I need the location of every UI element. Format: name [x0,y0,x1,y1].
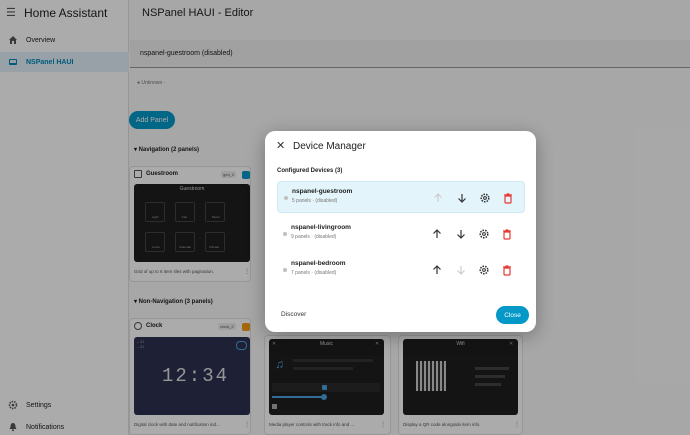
device-meta: 7 panels · (disabled) [291,270,337,276]
dialog-title: Device Manager [293,141,366,152]
device-row-guestroom[interactable]: nspanel-guestroom 5 panels · (disabled) [277,181,525,213]
move-down-button[interactable] [456,191,468,203]
gear-icon[interactable] [478,227,490,239]
discover-button[interactable]: Discover [281,311,306,318]
status-dot [284,196,288,200]
move-up-button[interactable] [431,263,443,275]
device-name: nspanel-bedroom [291,260,346,267]
move-down-button[interactable] [455,263,467,275]
status-dot [283,268,287,272]
device-name: nspanel-livingroom [291,224,351,231]
status-dot [283,232,287,236]
gear-icon[interactable] [478,263,490,275]
move-up-button[interactable] [431,227,443,239]
device-name: nspanel-guestroom [292,188,353,195]
move-down-button[interactable] [455,227,467,239]
close-icon[interactable]: ✕ [276,141,286,152]
move-up-button[interactable] [432,191,444,203]
device-row-bedroom[interactable]: nspanel-bedroom 7 panels · (disabled) [277,254,525,286]
trash-icon[interactable] [501,227,513,240]
trash-icon[interactable] [502,191,514,204]
close-button[interactable]: Close [496,306,529,324]
gear-icon[interactable] [479,191,491,203]
device-row-livingroom[interactable]: nspanel-livingroom 9 panels · (disabled) [277,218,525,250]
device-meta: 9 panels · (disabled) [291,234,337,240]
configured-devices-label: Configured Devices (3) [277,168,343,174]
trash-icon[interactable] [501,263,513,276]
device-meta: 5 panels · (disabled) [292,198,338,204]
